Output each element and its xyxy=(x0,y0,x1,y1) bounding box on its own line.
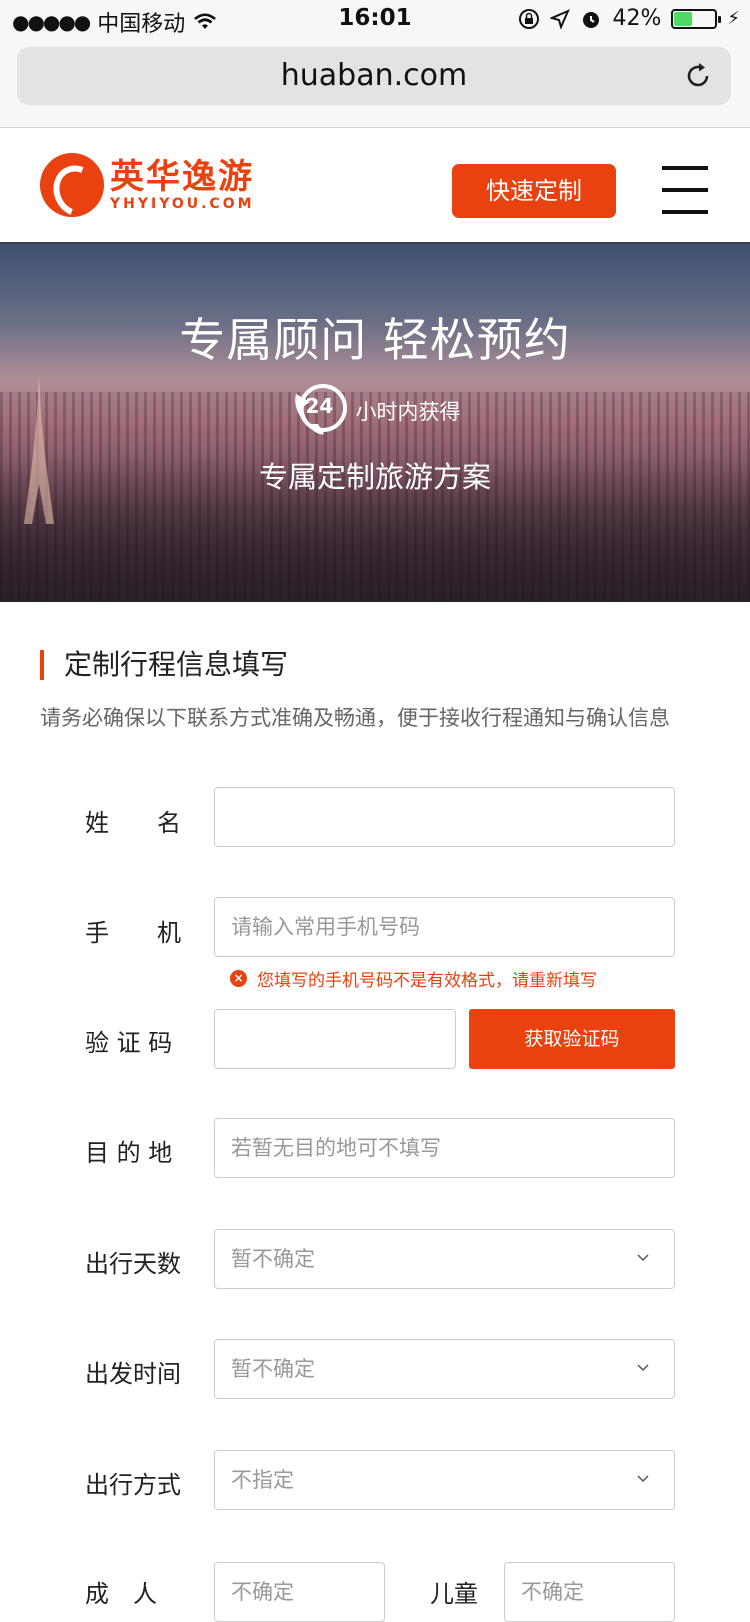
hamburger-menu-icon[interactable] xyxy=(662,166,708,214)
charging-icon: ⚡ xyxy=(727,8,740,29)
address-bar[interactable]: huaban.com xyxy=(17,47,731,105)
phone-error-text: 您填写的手机号码不是有效格式，请重新填写 xyxy=(257,971,597,991)
name-label: 姓 名 xyxy=(85,809,181,837)
hero-banner: 专属顾问 轻松预约 24 小时内获得 专属定制旅游方案 xyxy=(0,244,750,602)
url-text: huaban.com xyxy=(280,58,468,93)
battery-percent: 42% xyxy=(612,6,662,31)
rotation-lock-icon xyxy=(519,8,540,29)
phone-label: 手 机 xyxy=(85,919,181,947)
child-label: 儿童 xyxy=(430,1580,478,1608)
code-label: 验 证 码 xyxy=(85,1029,173,1057)
phone-input[interactable]: 请输入常用手机号码 xyxy=(214,897,675,957)
chevron-down-icon xyxy=(637,1254,649,1262)
depart-select[interactable]: 暂不确定 xyxy=(214,1339,675,1399)
battery-icon xyxy=(671,8,722,29)
days-label: 出行天数 xyxy=(85,1250,181,1278)
adult-label: 成 人 xyxy=(85,1580,157,1608)
destination-label: 目 的 地 xyxy=(85,1139,173,1167)
logo-domain: YHYIYOU.COM xyxy=(110,196,255,212)
alarm-icon xyxy=(583,11,600,28)
hero-subtitle-2: 专属定制旅游方案 xyxy=(258,460,491,494)
24h-phone-icon: 24 xyxy=(290,380,352,442)
site-logo[interactable]: 英华逸游 YHYIYOU.COM xyxy=(40,153,255,217)
child-select[interactable]: 不确定 xyxy=(504,1562,675,1622)
phone-error-message: × 您填写的手机号码不是有效格式，请重新填写 xyxy=(230,966,597,991)
hero-subtitle: 小时内获得 xyxy=(355,400,461,424)
mode-label: 出行方式 xyxy=(85,1471,181,1499)
hero-title: 专属顾问 轻松预约 xyxy=(179,313,571,367)
quick-custom-button[interactable]: 快速定制 xyxy=(452,164,616,218)
adult-select[interactable]: 不确定 xyxy=(214,1562,385,1622)
error-icon: × xyxy=(230,970,247,987)
form-section-title: 定制行程信息填写 xyxy=(40,650,288,680)
reload-icon[interactable] xyxy=(683,61,713,91)
mode-value: 不指定 xyxy=(231,1468,294,1492)
days-select[interactable]: 暂不确定 xyxy=(214,1229,675,1289)
name-input[interactable] xyxy=(214,787,675,847)
destination-input[interactable]: 若暂无目的地可不填写 xyxy=(214,1118,675,1178)
logo-name: 英华逸游 xyxy=(110,157,254,197)
days-value: 暂不确定 xyxy=(231,1247,315,1271)
depart-value: 暂不确定 xyxy=(231,1357,315,1381)
form-section-desc: 请务必确保以下联系方式准确及畅通，便于接收行程通知与确认信息 xyxy=(40,706,670,730)
depart-label: 出发时间 xyxy=(85,1360,181,1388)
location-icon xyxy=(550,8,571,29)
chevron-down-icon xyxy=(637,1364,649,1372)
chevron-down-icon xyxy=(637,1475,649,1483)
status-bar: ●●●●● 中国移动 16:01 42% ⚡ xyxy=(0,0,750,40)
24-label: 24 xyxy=(305,394,334,418)
mode-select[interactable]: 不指定 xyxy=(214,1450,675,1510)
verification-code-input[interactable] xyxy=(214,1009,456,1069)
get-code-button[interactable]: 获取验证码 xyxy=(469,1009,675,1069)
site-header: 英华逸游 YHYIYOU.COM 快速定制 xyxy=(0,128,750,244)
browser-toolbar: huaban.com xyxy=(0,40,750,128)
logo-mark-icon xyxy=(40,153,104,217)
